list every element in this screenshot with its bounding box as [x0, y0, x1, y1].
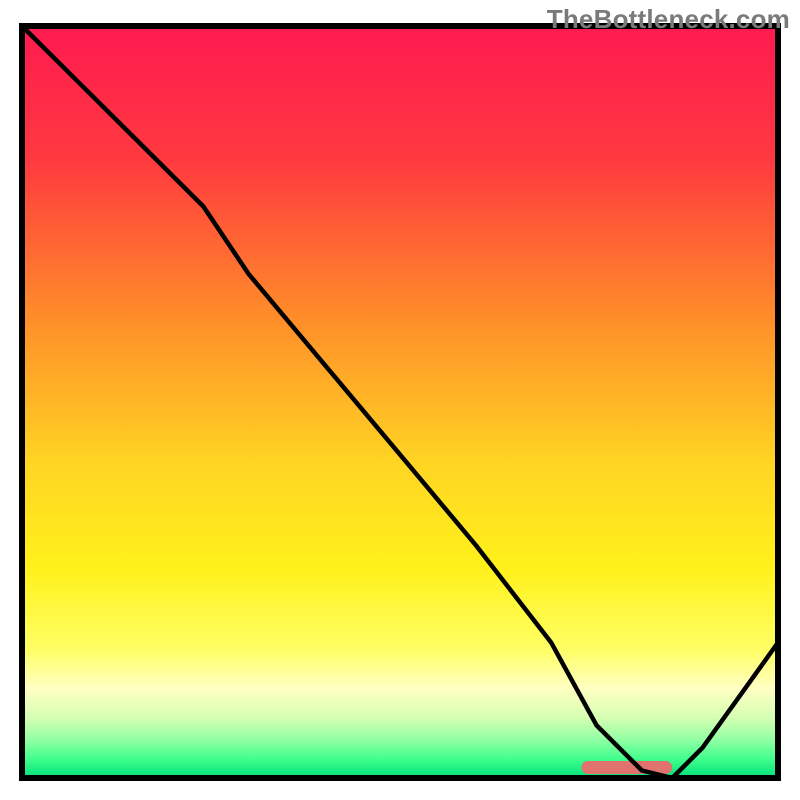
chart-stage: TheBottleneck.com [0, 0, 800, 800]
chart-canvas [0, 0, 800, 800]
bottom-marker [581, 761, 672, 774]
watermark-text: TheBottleneck.com [547, 4, 790, 35]
